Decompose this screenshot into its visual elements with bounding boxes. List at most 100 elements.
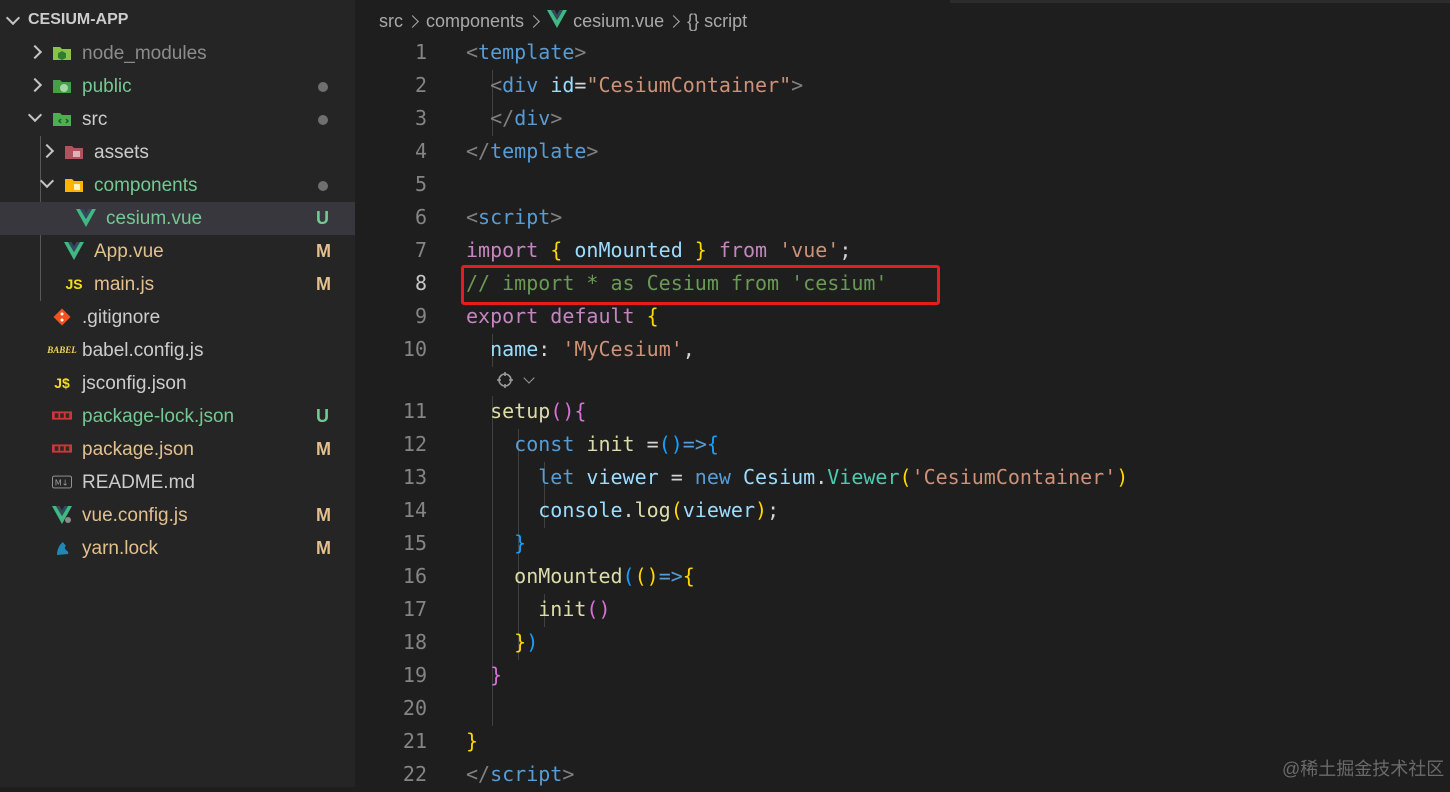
- code-line[interactable]: 17 init(): [355, 594, 1450, 627]
- code-token: }: [466, 729, 479, 753]
- tree-item-main-js[interactable]: JS main.js M: [0, 268, 355, 301]
- breadcrumb: src components cesium.vue {} script: [379, 10, 747, 33]
- line-number: 12: [402, 432, 427, 456]
- tree-item-label: main.js: [94, 274, 155, 295]
- code-token: ): [526, 630, 539, 654]
- tree-item-vue-config-js[interactable]: vue.config.js M: [0, 499, 355, 532]
- code-token: >: [574, 40, 587, 64]
- code-text: <div id="CesiumContainer">: [466, 73, 803, 97]
- breadcrumb-symbol[interactable]: {} script: [687, 11, 747, 32]
- tree-item-app-vue[interactable]: App.vue M: [0, 235, 355, 268]
- git-status-badge: M: [316, 439, 331, 459]
- components-folder-icon: [64, 175, 84, 195]
- line-number: 1: [414, 40, 427, 64]
- code-line[interactable]: 11 setup(){: [355, 396, 1450, 429]
- code-line[interactable]: 19 }: [355, 660, 1450, 693]
- code-token: (): [550, 399, 575, 423]
- code-line[interactable]: 3 </div>: [355, 103, 1450, 136]
- code-token: (: [622, 564, 635, 588]
- chevron-down-icon[interactable]: [28, 108, 42, 128]
- code-token: </: [466, 762, 491, 786]
- chevron-down-icon[interactable]: [40, 174, 54, 194]
- tree-item-gitignore[interactable]: .gitignore: [0, 301, 355, 334]
- code-line[interactable]: 2 <div id="CesiumContainer">: [355, 70, 1450, 103]
- tree-item-public[interactable]: public: [0, 70, 355, 103]
- chevron-right-icon[interactable]: [40, 141, 54, 161]
- git-status-badge: M: [316, 241, 331, 261]
- code-text: }): [466, 630, 538, 654]
- line-number: 2: [414, 73, 427, 97]
- code-line[interactable]: 12 const init =()=>{: [355, 429, 1450, 462]
- code-text: <script>: [466, 205, 562, 229]
- vue-icon: [547, 10, 568, 33]
- modified-dot-icon: [318, 181, 328, 191]
- tree-item-package-json[interactable]: package.json M: [0, 433, 355, 466]
- tree-item-jsconfig-json[interactable]: J$ jsconfig.json: [0, 367, 355, 400]
- explorer-root-title[interactable]: CESIUM-APP: [28, 11, 128, 29]
- tree-item-yarn-lock[interactable]: yarn.lock M: [0, 532, 355, 565]
- chevron-right-icon[interactable]: [28, 75, 42, 95]
- code-text: init(): [466, 597, 611, 621]
- code-line[interactable]: 7 import { onMounted } from 'vue';: [355, 235, 1450, 268]
- code-line[interactable]: 9 export default {: [355, 301, 1450, 334]
- code-line[interactable]: 16 onMounted(()=>{: [355, 561, 1450, 594]
- breadcrumb-file[interactable]: cesium.vue: [573, 11, 664, 32]
- tree-item-label: jsconfig.json: [82, 373, 187, 394]
- code-token: <: [466, 40, 479, 64]
- code-token: viewer: [586, 465, 659, 489]
- babel-icon: BABEL: [47, 345, 77, 355]
- code-token: from: [718, 238, 768, 262]
- assets-folder-icon: [64, 142, 84, 162]
- breadcrumb-components[interactable]: components: [426, 11, 524, 32]
- modified-dot-icon: [318, 82, 328, 92]
- code-token: onMounted: [562, 238, 695, 262]
- code-line[interactable]: 13 let viewer = new Cesium.Viewer('Cesiu…: [355, 462, 1450, 495]
- tree-item-label: App.vue: [94, 241, 164, 262]
- code-line[interactable]: 6 <script>: [355, 202, 1450, 235]
- code-token: onMounted: [514, 564, 623, 588]
- breadcrumb-src[interactable]: src: [379, 11, 403, 32]
- chevron-down-icon: [523, 372, 535, 384]
- chevron-right-icon: [527, 15, 540, 28]
- tree-item-components[interactable]: components: [0, 169, 355, 202]
- tree-item-node-modules[interactable]: node_modules: [0, 37, 355, 70]
- code-line[interactable]: 4 </template>: [355, 136, 1450, 169]
- code-token: (): [586, 597, 611, 621]
- tree-item-src[interactable]: src: [0, 103, 355, 136]
- line-number: 8: [414, 271, 427, 295]
- tree-item-babel-config-js[interactable]: BABEL babel.config.js: [0, 334, 355, 367]
- code-token: init: [586, 432, 635, 456]
- code-line[interactable]: 14 console.log(viewer);: [355, 495, 1450, 528]
- tree-item-readme-md[interactable]: M↓ README.md: [0, 466, 355, 499]
- code-line[interactable]: 5: [355, 169, 1450, 202]
- tree-item-cesium-vue[interactable]: cesium.vue U: [0, 202, 355, 235]
- code-line[interactable]: 15 }: [355, 528, 1450, 561]
- code-line[interactable]: 10 name: 'MyCesium',: [355, 334, 1450, 367]
- collapse-chevron-icon[interactable]: [5, 10, 21, 25]
- code-line[interactable]: 1 <template>: [355, 37, 1450, 70]
- chevron-right-icon[interactable]: [28, 42, 42, 62]
- codelens-hint[interactable]: [495, 370, 535, 390]
- tree-item-label: yarn.lock: [82, 538, 159, 559]
- json-icon: J$: [54, 375, 70, 391]
- code-line[interactable]: 20: [355, 693, 1450, 726]
- code-line[interactable]: 18 }): [355, 627, 1450, 660]
- git-status-badge: M: [316, 505, 331, 525]
- code-token: export: [466, 304, 539, 328]
- code-token: .: [815, 465, 828, 489]
- tree-item-assets[interactable]: assets: [0, 136, 355, 169]
- code-token: ): [1116, 465, 1129, 489]
- tree-item-package-lock-json[interactable]: package-lock.json U: [0, 400, 355, 433]
- tree-item-label: components: [94, 175, 198, 196]
